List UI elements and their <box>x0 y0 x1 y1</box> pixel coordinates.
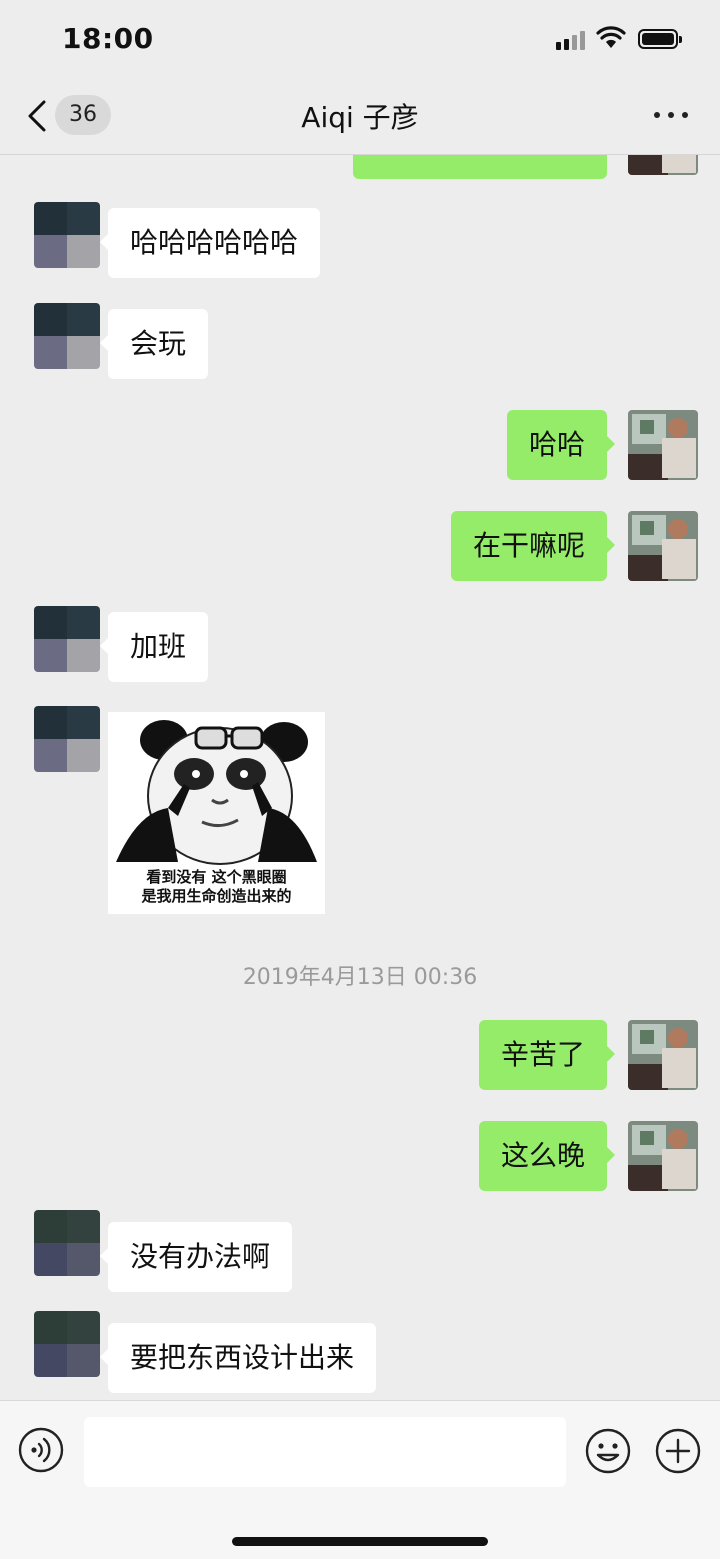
sticker-caption-line: 看到没有 这个黑眼圈 <box>146 868 287 886</box>
chat-header: 36 Aiqi 子彦 <box>0 78 720 155</box>
voice-input-icon[interactable] <box>18 1427 64 1473</box>
message-bubble[interactable] <box>353 155 607 179</box>
self-avatar[interactable] <box>628 511 698 581</box>
contact-avatar[interactable] <box>34 706 100 772</box>
message-input[interactable] <box>84 1417 566 1487</box>
message-bubble[interactable]: 这么晚 <box>478 1121 616 1191</box>
emoji-icon[interactable] <box>584 1427 632 1475</box>
status-bar: 18:00 <box>0 0 720 78</box>
input-bar <box>0 1400 720 1559</box>
contact-avatar[interactable] <box>34 1311 100 1377</box>
self-avatar[interactable] <box>628 1121 698 1191</box>
self-avatar[interactable] <box>628 410 698 480</box>
panda-meme-sticker[interactable]: 看到没有 这个黑眼圈 是我用生命创造出来的 <box>108 712 325 914</box>
message-list[interactable]: 哈哈哈哈哈哈 会玩 哈哈 在干嘛呢 加班 看到没有 这个黑眼圈 是我用生命创造出… <box>0 155 720 1400</box>
cellular-signal-icon <box>556 30 588 50</box>
sticker-caption: 看到没有 这个黑眼圈 是我用生命创造出来的 <box>108 868 325 906</box>
sticker-caption-line: 是我用生命创造出来的 <box>141 887 292 905</box>
battery-icon <box>638 29 682 49</box>
contact-avatar[interactable] <box>34 202 100 268</box>
self-avatar[interactable] <box>628 155 698 175</box>
chat-title: Aiqi 子彦 <box>301 101 419 134</box>
message-bubble[interactable]: 哈哈哈哈哈哈 <box>99 208 321 278</box>
contact-avatar[interactable] <box>34 303 100 369</box>
self-avatar[interactable] <box>628 1020 698 1090</box>
message-timestamp: 2019年4月13日 00:36 <box>242 965 478 990</box>
add-attachment-icon[interactable] <box>654 1427 702 1475</box>
message-bubble[interactable]: 没有办法啊 <box>99 1222 293 1292</box>
message-bubble[interactable]: 哈哈 <box>506 410 616 480</box>
more-options-icon[interactable] <box>654 112 690 120</box>
message-bubble[interactable]: 在干嘛呢 <box>450 511 616 581</box>
wifi-icon <box>596 26 626 48</box>
message-bubble[interactable]: 辛苦了 <box>478 1020 616 1090</box>
home-indicator[interactable] <box>232 1537 488 1546</box>
message-bubble[interactable]: 会玩 <box>99 309 209 379</box>
status-time: 18:00 <box>62 22 154 55</box>
message-bubble[interactable]: 加班 <box>99 612 209 682</box>
message-bubble[interactable]: 要把东西设计出来 <box>99 1323 377 1393</box>
contact-avatar[interactable] <box>34 1210 100 1276</box>
contact-avatar[interactable] <box>34 606 100 672</box>
